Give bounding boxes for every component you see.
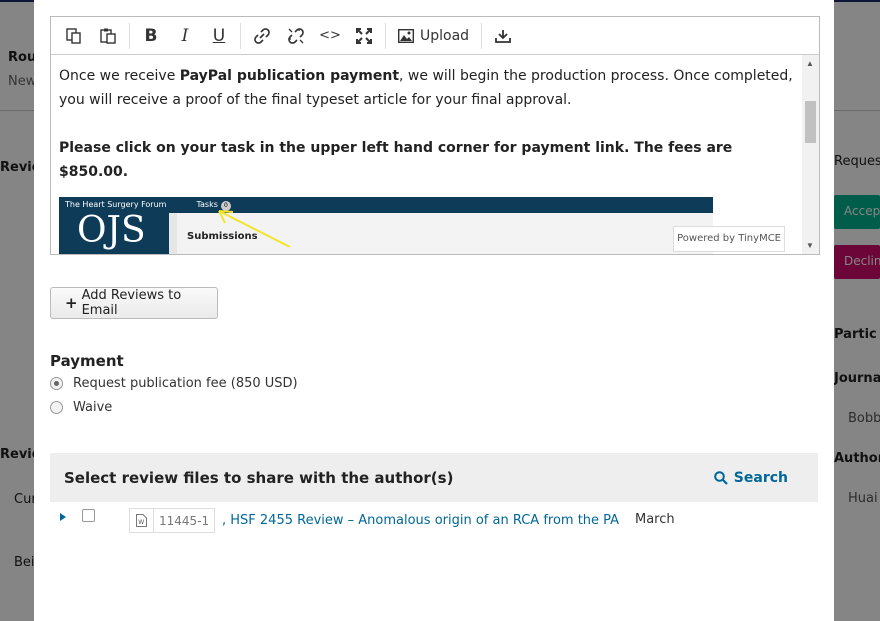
paragraph-payment: Once we receive PayPal publication payme… bbox=[59, 64, 795, 112]
editor-toolbar: B I U <> Upload bbox=[51, 17, 819, 55]
document-icon: W bbox=[130, 509, 154, 532]
payment-heading: Payment bbox=[50, 352, 124, 370]
radio-waive[interactable]: Waive bbox=[50, 400, 112, 415]
search-label: Search bbox=[733, 470, 788, 486]
instructions-bold: Please click on your task in the upper l… bbox=[59, 140, 733, 180]
radio-label: Waive bbox=[73, 400, 113, 415]
scroll-down-icon[interactable]: ▼ bbox=[806, 241, 814, 250]
copy-icon[interactable] bbox=[57, 21, 91, 51]
scroll-up-icon[interactable]: ▲ bbox=[806, 59, 814, 68]
unlink-icon[interactable] bbox=[279, 21, 313, 51]
bold-button[interactable]: B bbox=[134, 21, 168, 51]
add-reviews-label: Add Reviews to Email bbox=[81, 288, 182, 318]
embedded-screenshot: The Heart Surgery Forum Tasks 0 OJS Submi… bbox=[59, 197, 713, 254]
ojs-logo: OJS bbox=[59, 213, 169, 254]
code-button[interactable]: <> bbox=[313, 21, 347, 51]
toolbar-separator bbox=[385, 22, 386, 49]
search-button[interactable]: Search bbox=[713, 470, 788, 486]
file-checkbox[interactable] bbox=[82, 509, 95, 522]
fullscreen-icon[interactable] bbox=[347, 21, 381, 51]
insert-icon[interactable] bbox=[486, 21, 520, 51]
review-files-heading: Select review files to share with the au… bbox=[50, 453, 818, 502]
powered-by-tinymce[interactable]: Powered by TinyMCE bbox=[673, 226, 785, 252]
add-reviews-button[interactable]: + Add Reviews to Email bbox=[50, 287, 218, 319]
toolbar-separator bbox=[129, 22, 130, 49]
upload-button[interactable]: Upload bbox=[390, 21, 477, 51]
plus-icon: + bbox=[65, 294, 78, 312]
expand-icon[interactable] bbox=[60, 513, 66, 521]
link-icon[interactable] bbox=[245, 21, 279, 51]
file-title-link[interactable]: , HSF 2455 Review – Anomalous origin of … bbox=[222, 513, 619, 528]
scrollbar-thumb[interactable] bbox=[805, 101, 816, 143]
upload-label: Upload bbox=[420, 27, 470, 44]
email-modal: B I U <> Upload Once we receive PayPal p… bbox=[34, 0, 834, 621]
toolbar-separator bbox=[481, 22, 483, 49]
toolbar-separator bbox=[240, 22, 241, 49]
italic-button[interactable]: I bbox=[168, 21, 202, 51]
review-files-panel: Select review files to share with the au… bbox=[50, 453, 818, 535]
editor-content[interactable]: Once we receive PayPal publication payme… bbox=[51, 55, 803, 254]
radio-request-fee[interactable]: Request publication fee (850 USD) bbox=[50, 376, 298, 391]
paste-icon[interactable] bbox=[91, 21, 125, 51]
file-id-badge: W 11445-1 bbox=[129, 508, 216, 533]
radio-button[interactable] bbox=[50, 401, 63, 414]
underline-button[interactable]: U bbox=[202, 21, 236, 51]
paragraph-instructions: Please click on your task in the upper l… bbox=[59, 136, 795, 184]
editor-scrollbar[interactable]: ▲ ▼ bbox=[802, 55, 819, 254]
paragraph-text: Once we receive bbox=[59, 68, 180, 84]
yellow-arrow-icon bbox=[218, 210, 291, 247]
svg-text:W: W bbox=[138, 519, 144, 526]
review-files-title: Select review files to share with the au… bbox=[64, 468, 454, 487]
embedded-header: The Heart Surgery Forum Tasks 0 bbox=[59, 197, 713, 213]
radio-button-selected[interactable] bbox=[50, 377, 63, 390]
rich-text-editor[interactable]: B I U <> Upload Once we receive PayPal p… bbox=[50, 16, 820, 255]
radio-label: Request publication fee (850 USD) bbox=[73, 376, 298, 391]
paragraph-bold: PayPal publication payment bbox=[179, 68, 400, 84]
image-icon bbox=[398, 28, 414, 43]
table-row: W 11445-1 , HSF 2455 Review – Anomalous … bbox=[50, 502, 818, 535]
file-id: 11445-1 bbox=[159, 513, 210, 528]
file-date: March bbox=[635, 512, 675, 527]
search-icon bbox=[713, 471, 728, 485]
